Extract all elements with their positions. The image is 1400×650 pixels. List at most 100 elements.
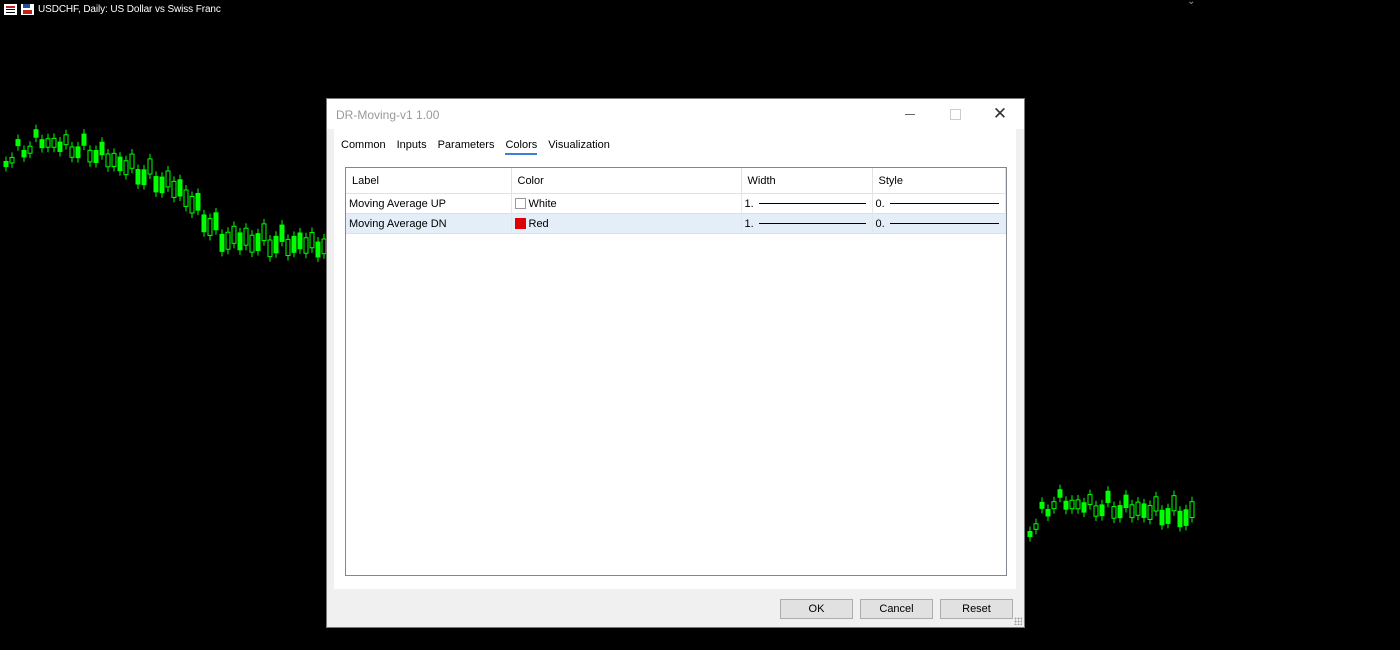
chart-list-icon[interactable] [4,3,17,15]
candle-body [243,227,249,246]
candle-body [1033,523,1039,530]
save-icon[interactable] [21,3,34,15]
line-width-preview [758,203,866,204]
reset-button[interactable]: Reset [940,599,1013,619]
candle-body [57,141,63,152]
style-value: 0. [875,197,885,210]
indicator-properties-dialog: DR-Moving-v1 1.00 ✕ Common Inputs Parame… [326,98,1025,628]
candle-body [303,237,309,254]
minimize-button[interactable] [888,99,932,129]
dialog-titlebar[interactable]: DR-Moving-v1 1.00 ✕ [327,99,1024,129]
candle-body [51,137,57,148]
style-cell[interactable]: 0. [872,193,1006,214]
candle-body [111,152,117,168]
candle-body [315,241,321,258]
column-header-color[interactable]: Color [511,168,742,194]
candle-body [21,149,27,158]
candle-body [213,212,219,231]
width-value: 1. [744,217,754,230]
candle-body [309,232,315,249]
column-header-style[interactable]: Style [872,168,1006,194]
candle-body [165,170,171,188]
chart-header: USDCHF, Daily: US Dollar vs Swiss Franc [4,2,221,16]
candle-body [1117,505,1123,519]
candle-body [15,139,21,147]
cancel-button[interactable]: Cancel [860,599,933,619]
tab-common[interactable]: Common [341,139,386,155]
color-name: White [528,197,557,210]
candle-body [237,232,243,251]
candle-body [189,195,195,214]
candle-body [45,138,51,148]
table-row[interactable]: Moving Average UP White 1. 0. [346,193,1006,214]
candle-body [1177,510,1183,528]
candle-body [1087,494,1093,505]
candle-body [69,146,75,158]
colors-table: Label Color Width Style Moving Average U… [345,167,1007,576]
candle-body [297,232,303,250]
candle-body [255,233,261,252]
color-cell[interactable]: Red [511,213,742,234]
dialog-title: DR-Moving-v1 1.00 [336,108,440,122]
close-button[interactable]: ✕ [978,99,1022,129]
candle-body [105,153,111,168]
column-header-width[interactable]: Width [741,168,873,194]
candle-body [195,192,201,211]
maximize-button [933,99,977,129]
style-value: 0. [875,217,885,230]
candle-body [1129,504,1135,519]
candle-body [261,223,267,242]
color-swatch [514,197,526,209]
candle-body [147,158,153,175]
candle-body [1069,499,1075,510]
candle-body [1159,509,1165,526]
candle-body [117,156,123,172]
candle-body [1111,506,1117,519]
row-label: Moving Average UP [346,193,512,214]
tab-parameters[interactable]: Parameters [438,139,495,155]
color-cell[interactable]: White [511,193,742,214]
tab-visualization[interactable]: Visualization [548,139,610,155]
candle-body [1075,499,1081,510]
candle-body [93,149,99,164]
row-label: Moving Average DN [346,213,512,234]
minimize-icon [905,113,915,115]
dialog-button-bar: OK Cancel Reset [780,599,1020,619]
resize-grip-icon[interactable] [1014,617,1022,625]
candle-body [1099,504,1105,517]
candle-body [1105,490,1111,503]
line-style-preview [889,223,999,224]
candle-body [1141,503,1147,518]
candle-body [1081,502,1087,513]
candle-body [1153,496,1159,512]
line-style-preview [889,203,999,204]
candle-body [171,180,177,198]
candle-body [1039,501,1045,509]
ok-button[interactable]: OK [780,599,853,619]
table-header-row: Label Color Width Style [346,168,1006,194]
candle-body [129,153,135,169]
width-value: 1. [744,197,754,210]
width-cell[interactable]: 1. [741,213,873,234]
candle-body [279,224,285,242]
candle-body [1057,489,1063,498]
candle-body [39,139,45,149]
candle-body [33,129,39,138]
width-cell[interactable]: 1. [741,193,873,214]
candle-body [231,225,237,244]
tab-inputs[interactable]: Inputs [397,139,427,155]
candle-body [75,146,81,159]
candle-body [1027,531,1033,537]
style-cell[interactable]: 0. [872,213,1006,234]
candle-body [1045,509,1051,517]
table-row[interactable]: Moving Average DN Red 1. 0. [346,213,1006,234]
candle-body [123,160,129,176]
candle-body [3,161,9,167]
color-name: Red [528,217,549,230]
candle-body [81,133,87,146]
tab-colors[interactable]: Colors [505,139,538,155]
column-header-label[interactable]: Label [346,168,512,194]
candle-body [177,179,183,197]
candle-body [291,235,297,253]
close-icon: ✕ [992,104,1008,123]
